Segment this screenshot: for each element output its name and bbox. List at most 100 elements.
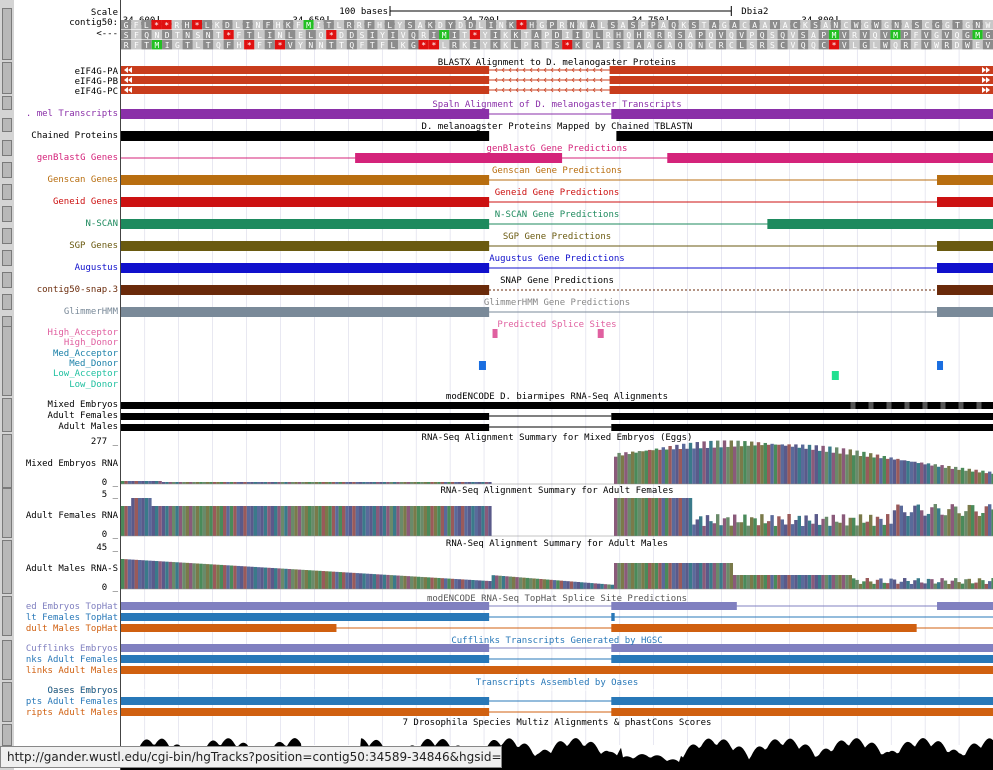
amino-acid-letter: N <box>206 31 211 40</box>
sum-male-bar <box>440 578 444 589</box>
sum-embryo-label[interactable]: Mixed Embryos RNA <box>26 459 118 469</box>
cufflinks-label[interactable]: Cufflinks Embryos <box>26 644 118 654</box>
oases-label[interactable]: ripts Adult Males <box>26 708 118 718</box>
genblastg-label[interactable]: genBlastG Genes <box>37 153 118 163</box>
blastx-item-label[interactable]: eIF4G-PA <box>75 67 118 77</box>
amino-acid-letter: T <box>524 31 529 40</box>
amino-acid-letter: V <box>842 41 847 50</box>
track-control-button[interactable] <box>2 62 12 94</box>
amino-acid-letter: R <box>124 41 129 50</box>
oases-label[interactable]: Oases Embryos <box>48 686 118 696</box>
cufflinks-label[interactable]: nks Adult Females <box>26 655 118 665</box>
sum-embryo-bar <box>399 482 404 484</box>
track-control-button[interactable] <box>2 596 12 636</box>
snap-exon <box>121 285 490 295</box>
sum-female-bar <box>933 504 937 536</box>
spaln-label[interactable]: . mel Transcripts <box>26 109 118 119</box>
track-control-button[interactable] <box>2 118 12 132</box>
snap-label[interactable]: contig50-snap.3 <box>37 285 118 295</box>
splice-label[interactable]: Low_Donor <box>69 380 118 390</box>
track-control-button[interactable] <box>2 682 12 722</box>
sum-male-bar <box>807 575 812 589</box>
sum-female-bar <box>699 516 703 536</box>
sum-male-bar <box>855 579 859 589</box>
sum-male-bar <box>362 573 366 589</box>
sum-embryo-bar <box>386 482 390 484</box>
sum-embryo-bar <box>280 482 285 484</box>
amino-acid-letter: Q <box>955 31 960 40</box>
sgp-label[interactable]: SGP Genes <box>69 241 118 251</box>
amino-acid-letter: S <box>124 31 129 40</box>
chained-label[interactable]: Chained Proteins <box>31 131 118 141</box>
strand-arrow-label[interactable]: <--- <box>96 29 118 39</box>
amino-acid-letter: A <box>688 31 693 40</box>
sum-embryo-bar <box>651 450 655 484</box>
augustus-label[interactable]: Augustus <box>75 263 118 273</box>
amino-acid-letter: T <box>206 41 211 50</box>
track-control-button[interactable] <box>2 294 12 310</box>
nscan-label[interactable]: N-SCAN <box>85 219 118 229</box>
sum-embryo-bar <box>369 482 373 484</box>
geneid-label[interactable]: Geneid Genes <box>53 197 118 207</box>
rnaseq-align-label[interactable]: Adult Females <box>48 411 118 421</box>
amino-acid-letter: W <box>854 21 859 30</box>
track-control-button[interactable] <box>2 8 12 60</box>
genscan-label[interactable]: Genscan Genes <box>48 175 118 185</box>
glimmer-label[interactable]: GlimmerHMM <box>64 307 118 317</box>
track-control-button[interactable] <box>2 228 12 244</box>
rnaseq-align-label[interactable]: Adult Males <box>58 422 118 432</box>
sum-embryo-bar <box>828 446 832 484</box>
track-control-button[interactable] <box>2 398 12 432</box>
track-control-button[interactable] <box>2 184 12 200</box>
sum-female-bar <box>144 498 149 536</box>
sum-male-bar <box>580 582 584 589</box>
sum-male-bar <box>518 577 523 589</box>
rnaseq-align-label[interactable]: Mixed Embryos <box>48 400 118 410</box>
track-control-button[interactable] <box>2 434 12 488</box>
blastx-item-label[interactable]: eIF4G-PC <box>75 87 118 97</box>
track-control-button[interactable] <box>2 140 12 156</box>
tophat-exon <box>611 624 917 632</box>
rnaseq-male-coverage <box>611 424 993 431</box>
contig-label[interactable]: contig50: <box>69 18 118 28</box>
track-control-button[interactable] <box>2 724 12 746</box>
sum-female-label[interactable]: Adult Females RNA <box>26 511 118 521</box>
sum-embryo-bar <box>372 482 376 484</box>
sum-male-label[interactable]: Adult Males RNA-S <box>26 564 118 574</box>
track-control-button[interactable] <box>2 206 12 222</box>
track-control-button[interactable] <box>2 250 12 266</box>
splice-label[interactable]: Med_Acceptor <box>53 349 118 359</box>
tophat-label[interactable]: dult Males TopHat <box>26 624 118 634</box>
sum-embryo-bar <box>246 482 251 484</box>
sum-female-bar <box>427 506 431 536</box>
splice-label[interactable]: High_Donor <box>64 338 118 348</box>
splice-label[interactable]: High_Acceptor <box>48 328 118 338</box>
tophat-label[interactable]: lt Females TopHat <box>26 613 118 623</box>
sum-male-bar <box>848 575 852 589</box>
sum-male-bar <box>886 583 890 589</box>
sum-embryo-bar <box>821 445 825 484</box>
sum-embryo-bar <box>253 482 257 484</box>
splice-label[interactable]: Low_Acceptor <box>53 369 118 379</box>
tophat-label[interactable]: ed Embryos TopHat <box>26 602 118 612</box>
sum-female-bar <box>229 506 234 536</box>
scale-label[interactable]: Scale <box>91 8 118 18</box>
cufflinks-label[interactable]: links Adult Males <box>26 666 118 676</box>
blastx-item-label[interactable]: eIF4G-PB <box>75 77 118 87</box>
splice-label[interactable]: Med_Donor <box>69 359 118 369</box>
sum-embryo-bar <box>886 458 890 484</box>
sum-female-bar <box>821 518 825 536</box>
track-control-button[interactable] <box>2 540 12 594</box>
sum-male-bar <box>508 576 512 589</box>
track-control-button[interactable] <box>2 162 12 178</box>
track-control-button[interactable] <box>2 272 12 288</box>
track-control-button[interactable] <box>2 640 12 680</box>
track-control-button[interactable] <box>2 488 12 538</box>
sum-male-bar <box>488 581 492 589</box>
genblastg-exon <box>355 153 563 163</box>
sum-female-bar <box>165 506 169 536</box>
track-control-button[interactable] <box>2 326 12 396</box>
oases-label[interactable]: pts Adult Females <box>26 697 118 707</box>
sum-female-bar <box>481 506 485 536</box>
track-control-button[interactable] <box>2 96 12 110</box>
